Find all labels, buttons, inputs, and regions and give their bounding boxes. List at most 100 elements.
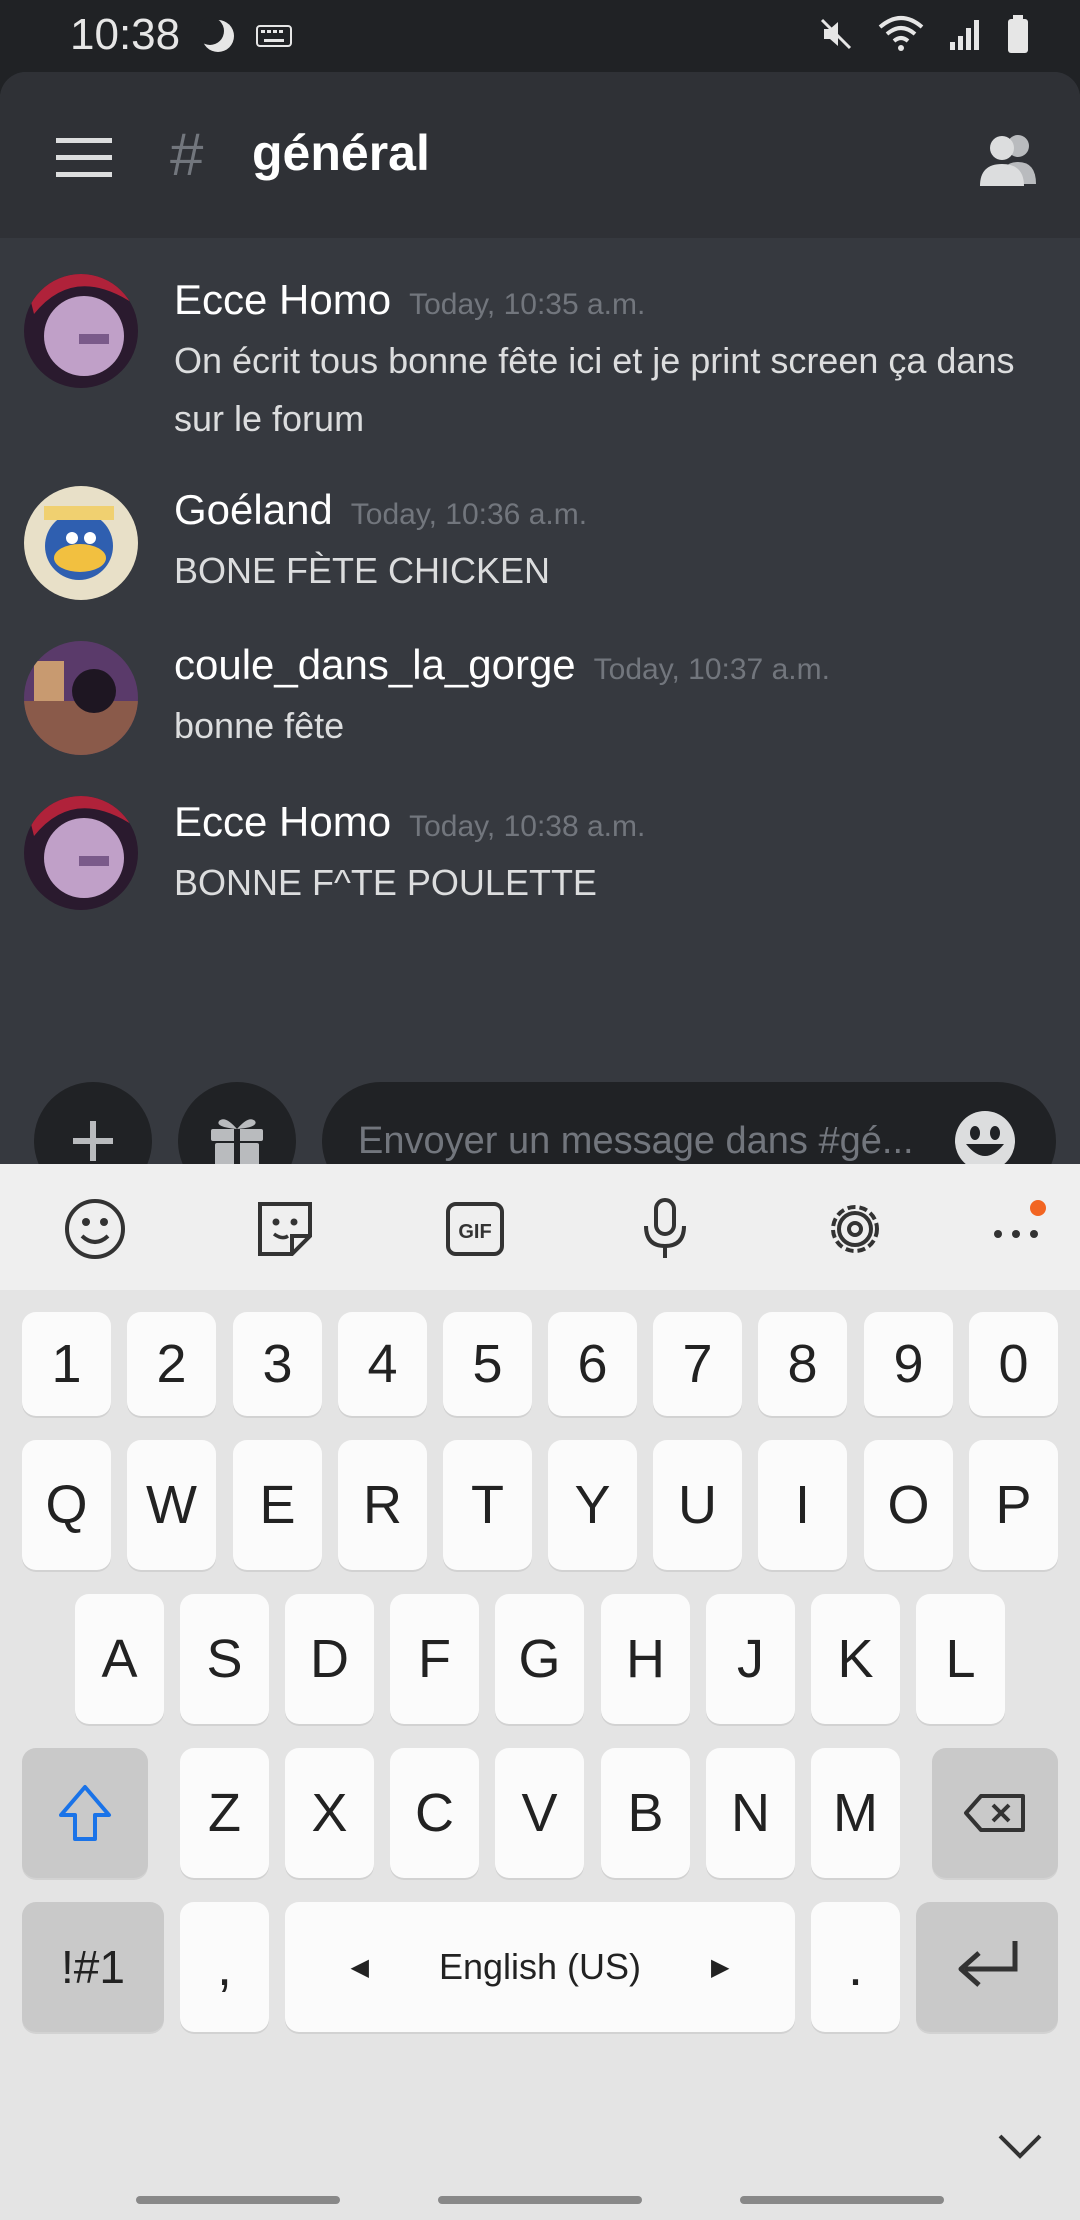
message-timestamp: Today, 10:37 a.m.: [593, 653, 830, 686]
key[interactable]: E: [233, 1440, 322, 1570]
key[interactable]: O: [864, 1440, 953, 1570]
symbols-key[interactable]: !#1: [22, 1902, 164, 2032]
avatar[interactable]: [24, 641, 138, 755]
soft-keyboard: GIF 1 2 3 4 5 6 7 8 9 0 Q W E R T Y U I …: [0, 1164, 1080, 2220]
key[interactable]: R: [338, 1440, 427, 1570]
message-input[interactable]: Envoyer un message dans #gé...: [322, 1082, 1056, 1164]
key[interactable]: K: [811, 1594, 900, 1724]
avatar[interactable]: [24, 796, 138, 910]
period-key[interactable]: .: [811, 1902, 900, 2032]
nav-back-pill[interactable]: [136, 2196, 340, 2204]
enter-key[interactable]: [916, 1902, 1058, 2032]
svg-text:GIF: GIF: [458, 1221, 491, 1243]
space-left-arrow-icon: ◀: [350, 1953, 369, 1981]
shift-key[interactable]: [22, 1748, 148, 1878]
space-language-label: English (US): [438, 1946, 642, 1987]
message-text: BONNE F^TE POULETTE: [174, 862, 597, 903]
key[interactable]: 3: [233, 1312, 322, 1416]
key[interactable]: N: [706, 1748, 795, 1878]
keyboard-toolbar: GIF: [0, 1164, 1080, 1290]
key[interactable]: 9: [864, 1312, 953, 1416]
message-author[interactable]: Ecce Homo: [174, 798, 391, 845]
gift-icon: [211, 1119, 263, 1164]
key[interactable]: F: [390, 1594, 479, 1724]
key[interactable]: S: [180, 1594, 269, 1724]
channel-hash-icon: #: [170, 121, 204, 188]
plus-icon: [73, 1121, 113, 1161]
key[interactable]: 2: [127, 1312, 216, 1416]
key[interactable]: 1: [22, 1312, 111, 1416]
key[interactable]: C: [390, 1748, 479, 1878]
key[interactable]: Q: [22, 1440, 111, 1570]
nav-home-pill[interactable]: [438, 2196, 642, 2204]
hide-keyboard-chevron-icon[interactable]: [996, 2130, 1044, 2160]
wifi-icon: [878, 16, 924, 51]
space-right-arrow-icon: ▶: [711, 1953, 730, 1981]
avatar[interactable]: [24, 486, 138, 600]
key[interactable]: I: [758, 1440, 847, 1570]
menu-icon[interactable]: [56, 138, 112, 178]
gift-button[interactable]: [178, 1082, 296, 1164]
emoji-icon[interactable]: [62, 1196, 128, 1262]
backspace-key[interactable]: [932, 1748, 1058, 1878]
channel-header: # général: [0, 72, 1080, 238]
key[interactable]: 4: [338, 1312, 427, 1416]
status-bar: 10:38: [0, 0, 1080, 72]
shift-icon: [59, 1785, 111, 1841]
status-time: 10:38: [70, 10, 181, 59]
key[interactable]: 6: [548, 1312, 637, 1416]
key[interactable]: H: [601, 1594, 690, 1724]
channel-title: général: [252, 125, 430, 181]
backspace-icon: [964, 1794, 1025, 1832]
key[interactable]: V: [495, 1748, 584, 1878]
key[interactable]: Z: [180, 1748, 269, 1878]
message-text: BONE FÈTE CHICKEN: [174, 550, 551, 591]
mic-icon[interactable]: [632, 1196, 698, 1262]
chat-app: # général Ecce Homo Today, 10:35 a.m. On …: [0, 72, 1080, 1164]
sticker-icon[interactable]: [252, 1196, 318, 1262]
key[interactable]: U: [653, 1440, 742, 1570]
key[interactable]: 8: [758, 1312, 847, 1416]
key[interactable]: Y: [548, 1440, 637, 1570]
more-icon[interactable]: [986, 1196, 1052, 1262]
key[interactable]: B: [601, 1748, 690, 1878]
message-composer: Envoyer un message dans #gé...: [0, 1082, 1080, 1164]
message-timestamp: Today, 10:38 a.m.: [409, 810, 646, 843]
key[interactable]: P: [969, 1440, 1058, 1570]
nav-recents-pill[interactable]: [740, 2196, 944, 2204]
key[interactable]: A: [75, 1594, 164, 1724]
do-not-disturb-moon-icon: [198, 17, 234, 52]
key[interactable]: L: [916, 1594, 1005, 1724]
mute-icon: [820, 18, 852, 50]
key[interactable]: X: [285, 1748, 374, 1878]
message-timestamp: Today, 10:35 a.m.: [409, 288, 646, 321]
battery-icon: [1008, 15, 1028, 53]
key[interactable]: M: [811, 1748, 900, 1878]
message-author[interactable]: coule_dans_la_gorge: [174, 641, 576, 688]
message-text: bonne fête: [174, 705, 345, 746]
key[interactable]: 5: [443, 1312, 532, 1416]
comma-key[interactable]: ,: [180, 1902, 269, 2032]
key[interactable]: J: [706, 1594, 795, 1724]
members-icon[interactable]: [976, 128, 1040, 188]
enter-icon: [958, 1941, 1018, 1987]
key[interactable]: W: [127, 1440, 216, 1570]
gif-icon[interactable]: GIF: [442, 1196, 508, 1262]
space-key[interactable]: ◀ English (US) ▶: [285, 1902, 795, 2032]
signal-icon: [950, 20, 979, 50]
avatar[interactable]: [24, 274, 138, 388]
emoji-picker-icon[interactable]: [954, 1110, 1016, 1164]
key[interactable]: 7: [653, 1312, 742, 1416]
message-text: On écrit tous bonne fête ici et je print…: [174, 340, 1015, 439]
key[interactable]: G: [495, 1594, 584, 1724]
key[interactable]: T: [443, 1440, 532, 1570]
settings-icon[interactable]: [822, 1196, 888, 1262]
message-input-placeholder: Envoyer un message dans #gé...: [358, 1120, 914, 1162]
message-timestamp: Today, 10:36 a.m.: [350, 498, 588, 531]
add-attachment-button[interactable]: [34, 1082, 152, 1164]
key[interactable]: D: [285, 1594, 374, 1724]
message-author[interactable]: Goéland: [174, 486, 333, 533]
key[interactable]: 0: [969, 1312, 1058, 1416]
message-author[interactable]: Ecce Homo: [174, 276, 391, 323]
keyboard-icon: [256, 25, 292, 47]
